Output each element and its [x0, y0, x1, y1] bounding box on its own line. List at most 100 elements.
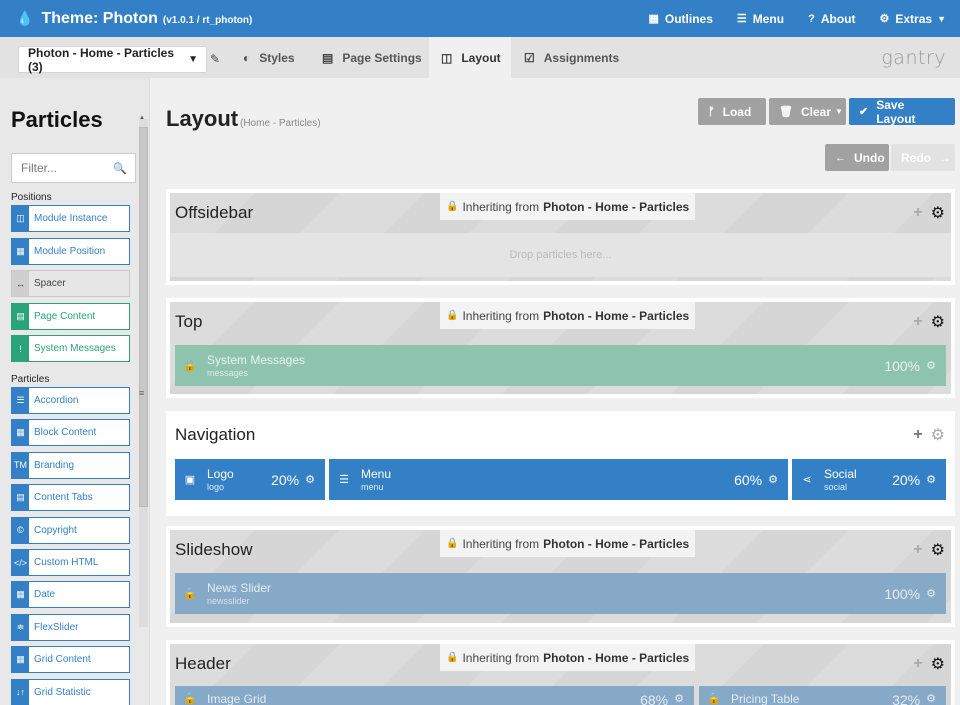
outline-select[interactable]: Photon - Home - Particles (3) ▼: [18, 46, 207, 74]
gear-icon[interactable]: ⚙: [931, 425, 945, 445]
position-module-position[interactable]: ▦ Module Position: [11, 237, 130, 265]
hamburger-icon: ☰: [339, 474, 349, 486]
sidebar-scrollbar[interactable]: [139, 119, 148, 627]
particle-icon: !: [12, 336, 29, 362]
particle-grid-statistic[interactable]: ↓↑ Grid Statistic: [11, 678, 130, 705]
block-news-slider[interactable]: 🔒 News Slider newsslider 100% ⚙: [175, 573, 946, 614]
particle-icon: ≑: [12, 614, 29, 640]
block-width: 100%: [884, 357, 921, 374]
block-width: 20%: [271, 471, 300, 488]
gear-icon[interactable]: ⚙: [674, 692, 684, 705]
lock-icon: 🔒: [446, 538, 459, 549]
particle-label: Block Content: [34, 427, 97, 439]
particle-content-tabs[interactable]: ▤ Content Tabs: [11, 484, 130, 512]
lock-icon: 🔒: [183, 360, 197, 372]
block-width: 68%: [640, 692, 669, 705]
scroll-up-icon[interactable]: ▲: [139, 115, 145, 121]
section-navigation[interactable]: Navigation + ⚙ ▣ Logo logo 20% ⚙ ☰ Menu men…: [166, 411, 955, 516]
section-top[interactable]: Top 🔒 Inheriting from Photon - Home - Part…: [166, 298, 955, 398]
particle-copyright[interactable]: © Copyright: [11, 516, 130, 544]
block-logo[interactable]: ▣ Logo logo 20% ⚙: [175, 459, 325, 500]
block-menu[interactable]: ☰ Menu menu 60% ⚙: [329, 459, 788, 500]
gear-icon[interactable]: ⚙: [931, 654, 945, 674]
gear-icon[interactable]: ⚙: [926, 692, 936, 705]
position-spacer[interactable]: ↔ Spacer: [11, 270, 130, 298]
lock-icon: 🔒: [446, 310, 459, 321]
load-button[interactable]: ᚠ Load: [698, 98, 766, 125]
add-icon[interactable]: +: [913, 313, 922, 331]
particle-icon: ▦: [12, 420, 29, 446]
particle-accordion[interactable]: ☰ Accordion: [11, 387, 130, 414]
inherit-badge: 🔒 Inheriting from Photon - Home - Particle…: [440, 644, 696, 671]
redo-button[interactable]: Redo →: [891, 144, 955, 171]
particle-date[interactable]: ▦ Date: [11, 581, 130, 609]
particle-icon: ◫: [12, 206, 29, 231]
gear-icon[interactable]: ⚙: [931, 312, 945, 332]
inherit-badge: 🔒 Inheriting from Photon - Home - Particle…: [440, 193, 696, 220]
trash-icon: 🗑: [779, 106, 793, 118]
gear-icon[interactable]: ⚙: [926, 359, 936, 372]
nav-about[interactable]: ? About: [808, 12, 855, 26]
gear-icon[interactable]: ⚙: [931, 203, 945, 223]
tab-styles[interactable]: ◐ Styles: [231, 37, 307, 78]
grid-icon: ▦: [648, 13, 659, 25]
particle-branding[interactable]: TM Branding: [11, 451, 130, 479]
gear-icon[interactable]: ⚙: [926, 587, 936, 600]
section-title: Slideshow: [175, 540, 253, 559]
position-module-instance[interactable]: ◫ Module Instance: [11, 205, 130, 232]
gear-icon[interactable]: ⚙: [931, 540, 945, 560]
nav-extras[interactable]: ⚙ Extras ▼: [880, 12, 947, 26]
position-system-messages[interactable]: ! System Messages: [11, 335, 130, 363]
particle-icon: ▤: [12, 485, 29, 511]
list-icon: ▤: [322, 50, 334, 65]
drop-zone[interactable]: Drop particles here...: [170, 233, 951, 277]
sidebar-title: Particles: [11, 107, 103, 132]
inherit-badge: 🔒 Inheriting from Photon - Home - Particle…: [440, 530, 696, 557]
nav-menu[interactable]: ☰ Menu: [737, 12, 784, 26]
undo-button[interactable]: ← Undo: [825, 144, 889, 171]
section-offsidebar[interactable]: Offsidebar 🔒 Inheriting from Photon - Home…: [166, 189, 955, 285]
block-pricing-table[interactable]: 🔒 Pricing Table 32% ⚙: [699, 686, 946, 705]
position-page-content[interactable]: ▤ Page Content: [11, 302, 130, 330]
particle-icon: </>: [12, 550, 29, 575]
particle-grid-content[interactable]: ▦ Grid Content: [11, 646, 130, 674]
filter-input[interactable]: Filter... 🔍: [11, 153, 136, 183]
nav-outlines[interactable]: ▦ Outlines: [648, 12, 712, 26]
section-slideshow[interactable]: Slideshow 🔒 Inheriting from Photon - Home …: [166, 526, 955, 627]
add-icon[interactable]: +: [913, 655, 922, 673]
particle-icon: ↓↑: [12, 679, 29, 705]
block-system-messages[interactable]: 🔒 System Messages messages 100% ⚙: [175, 345, 946, 386]
save-layout-button[interactable]: ✔ Save Layout: [849, 98, 955, 126]
resize-grip-icon[interactable]: ≡: [139, 388, 144, 398]
check-icon: ✔: [859, 106, 869, 118]
particle-custom-html[interactable]: </> Custom HTML: [11, 549, 130, 576]
block-image-grid[interactable]: 🔒 Image Grid 68% ⚙: [175, 686, 694, 705]
chevron-down-icon: ▼: [188, 54, 198, 65]
section-title: Navigation: [175, 425, 256, 444]
section-title: Header: [175, 654, 231, 673]
add-icon[interactable]: +: [913, 426, 922, 444]
particle-flexslider[interactable]: ≑ FlexSlider: [11, 613, 130, 641]
pencil-icon[interactable]: ✎: [210, 52, 220, 66]
scrollbar-thumb[interactable]: [139, 127, 148, 507]
tab-layout[interactable]: ◫ Layout: [429, 37, 511, 78]
section-header[interactable]: Header 🔒 Inheriting from Photon - Home - P…: [166, 640, 955, 705]
particle-block-content[interactable]: ▦ Block Content: [11, 419, 130, 447]
gear-icon[interactable]: ⚙: [305, 473, 315, 486]
top-bar: 💧 Theme: Photon (v1.0.1 / rt_photon) ▦ Ou…: [0, 0, 960, 37]
particle-label: Branding: [34, 459, 75, 471]
particle-icon: ▤: [12, 303, 29, 329]
particle-label: Spacer: [34, 278, 66, 290]
particle-icon: ▦: [12, 238, 29, 264]
gear-icon[interactable]: ⚙: [926, 473, 936, 486]
add-icon[interactable]: +: [913, 204, 922, 222]
block-social[interactable]: ⋖ Social social 20% ⚙: [792, 459, 946, 500]
tab-assignments[interactable]: ☑ Assignments: [512, 37, 631, 78]
tab-page-settings[interactable]: ▤ Page Settings: [310, 37, 434, 78]
gear-icon[interactable]: ⚙: [768, 473, 778, 486]
particle-label: Module Instance: [34, 213, 108, 224]
lock-icon: 🔒: [446, 201, 459, 212]
gear-icon: ⚙: [879, 13, 890, 25]
add-icon[interactable]: +: [913, 541, 922, 559]
clear-button[interactable]: 🗑 Clear ▼: [769, 98, 846, 125]
